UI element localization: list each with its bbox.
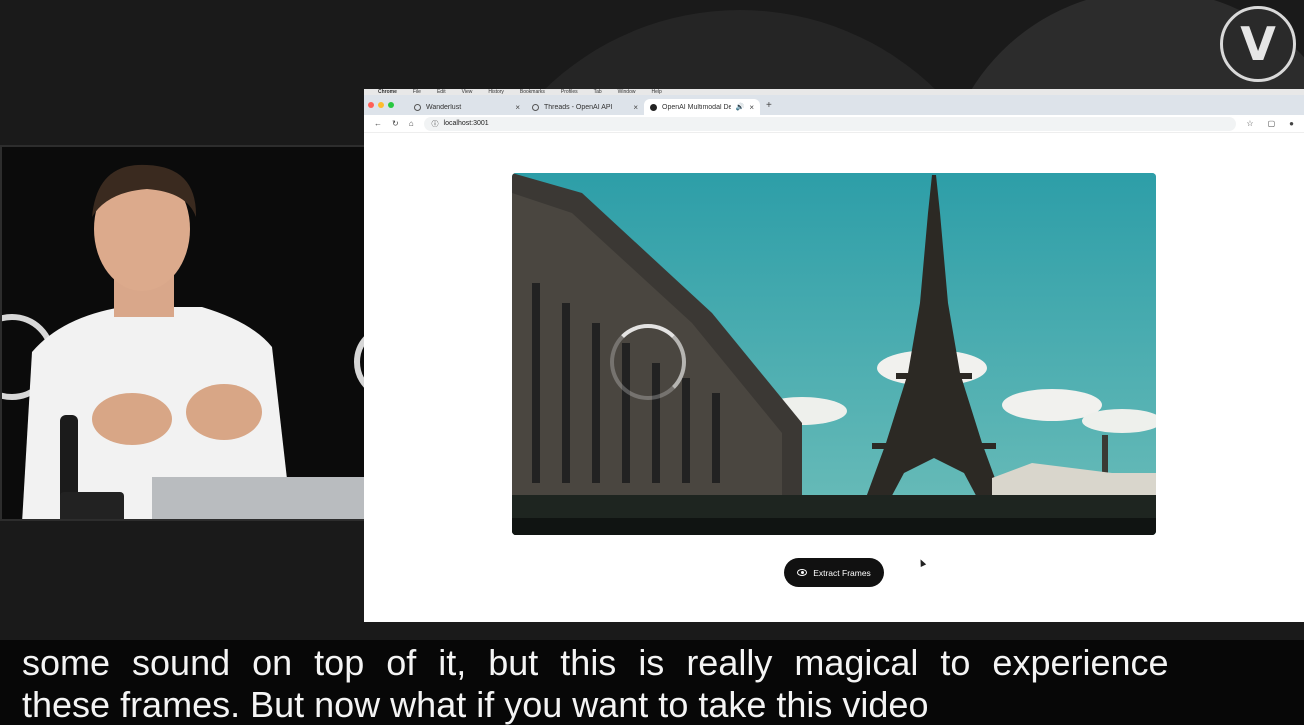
v-logo: V [1220, 6, 1296, 82]
close-tab-icon[interactable]: × [633, 103, 638, 112]
eye-icon [797, 569, 808, 576]
loading-spinner [610, 324, 686, 400]
speaker-video [0, 145, 366, 521]
extract-frames-label: Extract Frames [813, 567, 871, 578]
caption-bar: some sound on top of it, but this is rea… [0, 640, 1304, 725]
paris-frame-image [512, 173, 1156, 535]
logo-letter: V [1240, 17, 1276, 71]
caption-line-1: some sound on top of it, but this is rea… [22, 642, 1169, 683]
reload-icon[interactable]: ↻ [392, 119, 399, 128]
browser-toolbar: ← ↻ ⌂ ⓘ localhost:3001 ☆ ▢ ● [364, 115, 1304, 133]
openai-icon [650, 103, 657, 111]
url-text: localhost:3001 [443, 120, 489, 127]
mouse-cursor [917, 558, 927, 567]
window-controls [368, 102, 394, 108]
globe-icon [414, 103, 421, 111]
toolbar-actions: ☆ ▢ ● [1246, 119, 1294, 128]
tab-label: OpenAI Multimodal Demo [662, 103, 731, 111]
browser-window: Chrome File Edit View History Bookmarks … [364, 89, 1304, 622]
speaker-image [2, 147, 364, 519]
new-tab-icon[interactable]: + [766, 100, 772, 111]
tab-label: Wanderlust [426, 103, 462, 111]
caption-line-2: these frames. But now what if you want t… [22, 684, 929, 725]
video-frame: V Chrome File Edit View History Bookmark… [0, 0, 1304, 725]
maximize-window-button[interactable] [388, 102, 394, 108]
extensions-icon[interactable]: ▢ [1268, 119, 1276, 128]
speaker-icon[interactable]: 🔊 [736, 103, 745, 111]
close-window-button[interactable] [368, 102, 374, 108]
tab-threads[interactable]: Threads - OpenAI API × [526, 99, 644, 115]
address-bar[interactable]: ⓘ localhost:3001 [423, 116, 1237, 131]
globe-icon [532, 103, 539, 111]
close-tab-icon[interactable]: × [515, 103, 520, 112]
site-info-icon[interactable]: ⓘ [432, 119, 439, 129]
close-tab-icon[interactable]: × [749, 103, 754, 112]
video-player[interactable] [512, 173, 1156, 535]
minimize-window-button[interactable] [378, 102, 384, 108]
profile-icon[interactable]: ● [1289, 119, 1294, 128]
bookmark-star-icon[interactable]: ☆ [1246, 119, 1253, 128]
tab-wanderlust[interactable]: Wanderlust × [408, 99, 526, 115]
home-icon[interactable]: ⌂ [409, 119, 414, 128]
tab-strip: Wanderlust × Threads - OpenAI API × Open… [364, 95, 1304, 115]
tab-label: Threads - OpenAI API [544, 103, 613, 111]
tab-openai-multimodal-demo[interactable]: OpenAI Multimodal Demo 🔊 × [644, 99, 760, 115]
extract-frames-button[interactable]: Extract Frames [784, 558, 884, 587]
back-icon[interactable]: ← [374, 119, 382, 128]
